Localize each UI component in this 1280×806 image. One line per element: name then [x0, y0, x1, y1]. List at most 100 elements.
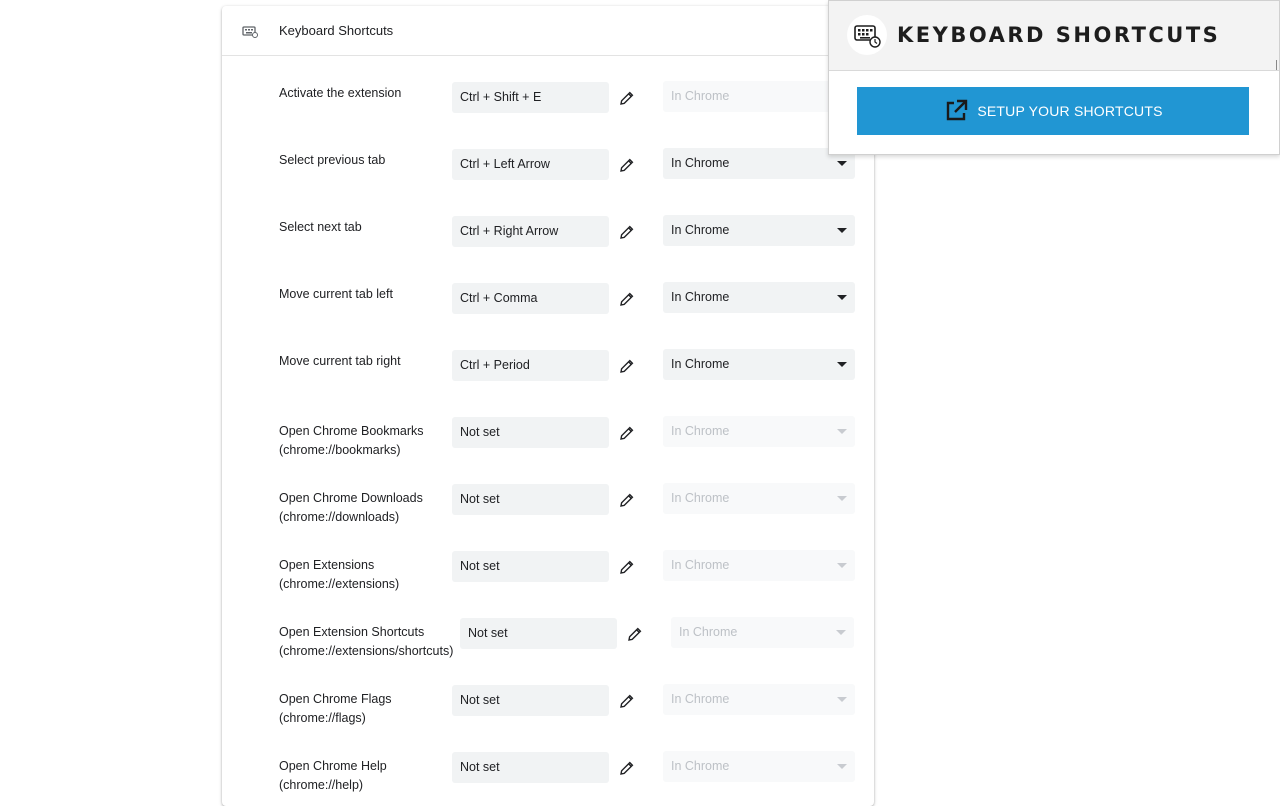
scope-select: In Chrome: [663, 550, 855, 581]
scope-select: In Chrome: [663, 416, 855, 447]
shortcut-input[interactable]: Ctrl + Right Arrow: [452, 216, 609, 247]
scope-select: In Chrome: [663, 483, 855, 514]
edit-pencil-icon[interactable]: [619, 425, 635, 441]
shortcut-row: Activate the extension Ctrl + Shift + E In…: [222, 81, 874, 144]
shortcut-url: (chrome://flags): [279, 711, 366, 725]
scope-value: In Chrome: [671, 491, 730, 505]
edit-pencil-icon[interactable]: [619, 90, 635, 106]
shortcut-row: Open Chrome Bookmarks (chrome://bookmarks…: [222, 416, 874, 479]
scope-value: In Chrome: [671, 89, 730, 103]
scope-select: In Chrome: [663, 81, 855, 112]
shortcut-row: Move current tab left Ctrl + Comma In Chro…: [222, 282, 874, 345]
shortcut-input[interactable]: Not set: [452, 551, 609, 582]
shortcut-row: Open Chrome Flags (chrome://flags) Not set…: [222, 684, 874, 747]
scope-value: In Chrome: [671, 290, 730, 304]
extension-popup: KEYBOARD SHORTCUTS SETUP YOUR SHORTCUTS: [828, 0, 1280, 155]
card-title: Keyboard Shortcuts: [279, 23, 394, 38]
shortcut-input[interactable]: Ctrl + Period: [452, 350, 609, 381]
scope-select: In Chrome: [663, 751, 855, 782]
chevron-down-icon: [836, 630, 846, 635]
shortcut-url: (chrome://downloads): [279, 510, 400, 524]
shortcut-input[interactable]: Not set: [460, 618, 617, 649]
edit-pencil-icon[interactable]: [619, 358, 635, 374]
shortcut-row: Move current tab right Ctrl + Period In Ch…: [222, 349, 874, 412]
chevron-down-icon: [837, 496, 847, 501]
edit-pencil-icon[interactable]: [619, 760, 635, 776]
scope-value: In Chrome: [671, 424, 730, 438]
chevron-down-icon: [837, 429, 847, 434]
scope-select: In Chrome: [671, 617, 854, 648]
edit-pencil-icon[interactable]: [619, 559, 635, 575]
shortcut-name: Open Chrome Help: [279, 759, 387, 773]
scope-value: In Chrome: [671, 558, 730, 572]
shortcut-row: Open Chrome Downloads (chrome://downloads…: [222, 483, 874, 546]
shortcut-label: Select next tab: [279, 218, 362, 237]
shortcut-input[interactable]: Not set: [452, 417, 609, 448]
chevron-down-icon: [837, 697, 847, 702]
shortcut-url: (chrome://help): [279, 778, 364, 792]
edit-pencil-icon[interactable]: [619, 291, 635, 307]
card-header: Keyboard Shortcuts: [222, 6, 874, 56]
shortcut-name: Open Chrome Flags: [279, 692, 392, 706]
shortcut-name: Select previous tab: [279, 153, 386, 167]
shortcut-label: Open Chrome Downloads (chrome://downloads…: [279, 489, 423, 527]
shortcut-name: Move current tab left: [279, 287, 393, 301]
external-link-icon: [947, 99, 968, 121]
scope-select: In Chrome: [663, 684, 855, 715]
shortcut-row: Select previous tab Ctrl + Left Arrow In C…: [222, 148, 874, 211]
chevron-down-icon: [837, 228, 847, 233]
edit-pencil-icon[interactable]: [627, 626, 643, 642]
scope-select[interactable]: In Chrome: [663, 282, 855, 313]
chevron-down-icon: [837, 563, 847, 568]
keyboard-logo-icon: [847, 15, 887, 55]
scope-value: In Chrome: [671, 759, 730, 773]
shortcut-url: (chrome://extensions/shortcuts): [279, 644, 454, 658]
scope-select[interactable]: In Chrome: [663, 215, 855, 246]
edit-pencil-icon[interactable]: [619, 693, 635, 709]
chevron-down-icon: [837, 295, 847, 300]
shortcut-input[interactable]: Ctrl + Comma: [452, 283, 609, 314]
edit-pencil-icon[interactable]: [619, 224, 635, 240]
scope-value: In Chrome: [671, 692, 730, 706]
shortcut-url: (chrome://extensions): [279, 577, 400, 591]
shortcut-input[interactable]: Ctrl + Left Arrow: [452, 149, 609, 180]
shortcut-input[interactable]: Not set: [452, 484, 609, 515]
shortcut-name: Open Extensions: [279, 558, 375, 572]
setup-shortcuts-label: SETUP YOUR SHORTCUTS: [977, 103, 1163, 119]
shortcut-label: Open Extensions (chrome://extensions): [279, 556, 399, 594]
shortcuts-card: Keyboard Shortcuts Activate the extensio…: [222, 6, 874, 806]
shortcut-label: Activate the extension: [279, 84, 401, 103]
edit-pencil-icon[interactable]: [619, 157, 635, 173]
shortcut-input[interactable]: Not set: [452, 685, 609, 716]
keyboard-icon: [242, 26, 258, 38]
setup-shortcuts-button[interactable]: SETUP YOUR SHORTCUTS: [857, 87, 1249, 135]
scope-select[interactable]: In Chrome: [663, 349, 855, 380]
shortcut-input[interactable]: Not set: [452, 752, 609, 783]
scope-value: In Chrome: [679, 625, 738, 639]
shortcut-name: Select next tab: [279, 220, 362, 234]
shortcut-row: Open Extensions (chrome://extensions) Not …: [222, 550, 874, 613]
shortcut-url: (chrome://bookmarks): [279, 443, 401, 457]
shortcut-label: Move current tab right: [279, 352, 401, 371]
scope-value: In Chrome: [671, 156, 730, 170]
shortcut-label: Open Chrome Help (chrome://help): [279, 757, 387, 795]
shortcut-name: Open Chrome Bookmarks: [279, 424, 424, 438]
edit-pencil-icon[interactable]: [619, 492, 635, 508]
scope-select[interactable]: In Chrome: [663, 148, 855, 179]
shortcut-label: Open Chrome Flags (chrome://flags): [279, 690, 392, 728]
chevron-down-icon: [837, 764, 847, 769]
shortcut-row: Open Extension Shortcuts (chrome://extens…: [222, 617, 874, 680]
scope-value: In Chrome: [671, 357, 730, 371]
popup-title: KEYBOARD SHORTCUTS: [897, 23, 1221, 47]
shortcut-label: Open Chrome Bookmarks (chrome://bookmarks…: [279, 422, 424, 460]
shortcut-label: Move current tab left: [279, 285, 393, 304]
shortcut-label: Open Extension Shortcuts (chrome://extens…: [279, 623, 453, 661]
shortcut-name: Open Extension Shortcuts: [279, 625, 425, 639]
chevron-down-icon: [837, 161, 847, 166]
scope-value: In Chrome: [671, 223, 730, 237]
shortcut-name: Open Chrome Downloads: [279, 491, 423, 505]
shortcut-row: Select next tab Ctrl + Right Arrow In Chro…: [222, 215, 874, 278]
shortcut-input[interactable]: Ctrl + Shift + E: [452, 82, 609, 113]
popup-header: KEYBOARD SHORTCUTS: [829, 1, 1279, 71]
edge-divider: [1276, 60, 1280, 70]
